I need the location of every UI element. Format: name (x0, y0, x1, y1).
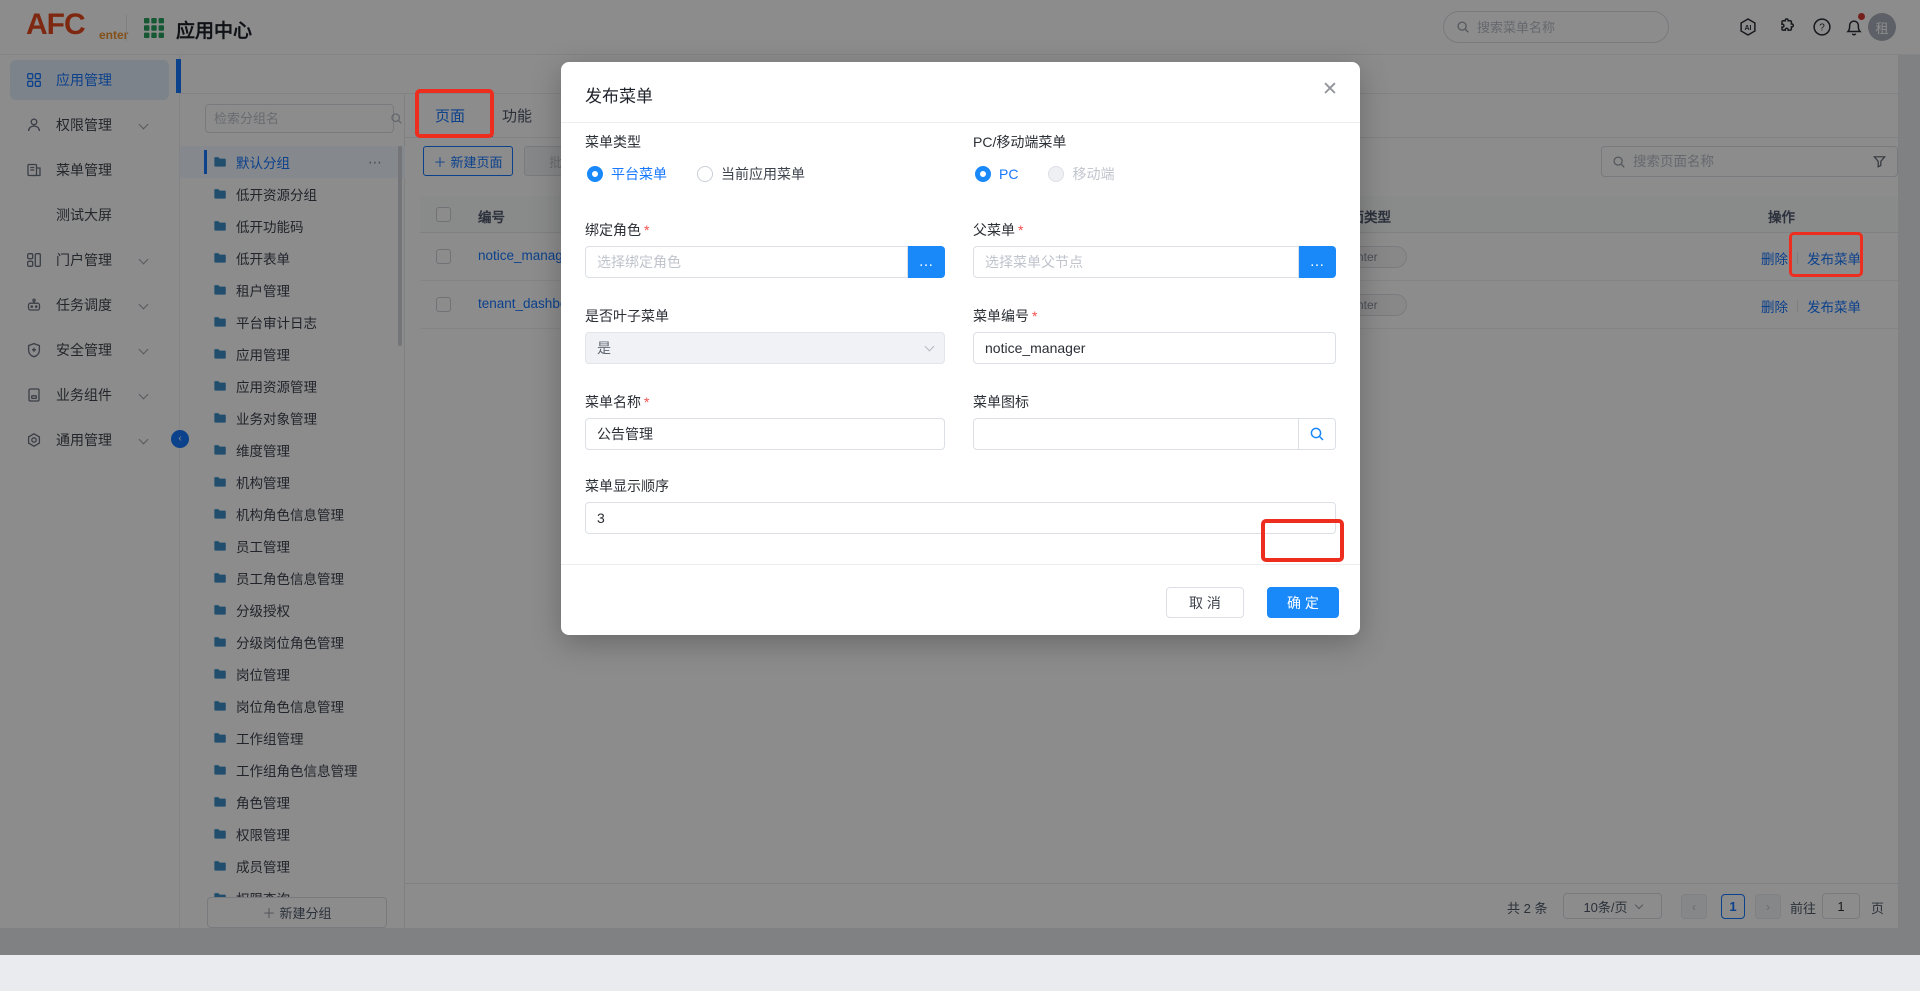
radio-dot (587, 166, 603, 182)
field-label-menu-type: 菜单类型 (585, 132, 641, 152)
parent-menu-field: … (973, 246, 1336, 278)
parent-menu-input[interactable] (973, 246, 1299, 278)
radio-pc[interactable]: PC (975, 166, 1018, 182)
radio-platform-menu[interactable]: 平台菜单 (587, 164, 667, 184)
dialog-title: 发布菜单 (585, 82, 653, 107)
menu-icon-input[interactable] (974, 426, 1298, 442)
confirm-button[interactable]: 确 定 (1267, 587, 1339, 618)
radio-label: 移动端 (1072, 164, 1114, 184)
parent-menu-picker-button[interactable]: … (1299, 246, 1336, 278)
chevron-down-icon (925, 341, 935, 351)
radio-label: PC (999, 166, 1018, 182)
menu-order-input[interactable] (585, 502, 1336, 534)
close-icon[interactable]: ✕ (1320, 80, 1340, 100)
bind-role-field: … (585, 246, 945, 278)
field-label-menu-icon: 菜单图标 (973, 392, 1029, 412)
field-label-parent-menu: 父菜单* (973, 220, 1023, 240)
radio-mobile[interactable]: 移动端 (1048, 164, 1114, 184)
radio-label: 当前应用菜单 (721, 164, 805, 184)
icon-search-button[interactable] (1298, 419, 1335, 449)
bind-role-picker-button[interactable]: … (908, 246, 945, 278)
divider (561, 564, 1360, 565)
menu-type-radio-group: 平台菜单 当前应用菜单 (587, 164, 805, 184)
bind-role-input[interactable] (585, 246, 908, 278)
is-leaf-value: 是 (597, 338, 611, 358)
radio-dot (1048, 166, 1064, 182)
field-label-menu-order: 菜单显示顺序 (585, 476, 669, 496)
cancel-button[interactable]: 取 消 (1166, 587, 1244, 618)
field-label-menu-code: 菜单编号* (973, 306, 1037, 326)
is-leaf-select[interactable]: 是 (585, 332, 945, 364)
radio-current-app-menu[interactable]: 当前应用菜单 (697, 164, 805, 184)
field-label-menu-name: 菜单名称* (585, 392, 649, 412)
publish-menu-dialog: 发布菜单 ✕ 菜单类型 平台菜单 当前应用菜单 PC/移动端菜单 PC 移动端 … (561, 62, 1360, 635)
device-radio-group: PC 移动端 (975, 164, 1114, 184)
field-label-is-leaf: 是否叶子菜单 (585, 306, 669, 326)
divider (561, 122, 1360, 123)
menu-code-input[interactable] (973, 332, 1336, 364)
menu-name-input[interactable] (585, 418, 945, 450)
menu-icon-field (973, 418, 1336, 450)
field-label-device: PC/移动端菜单 (973, 132, 1066, 152)
radio-dot (697, 166, 713, 182)
field-label-bind-role: 绑定角色* (585, 220, 649, 240)
radio-label: 平台菜单 (611, 164, 667, 184)
radio-dot (975, 166, 991, 182)
